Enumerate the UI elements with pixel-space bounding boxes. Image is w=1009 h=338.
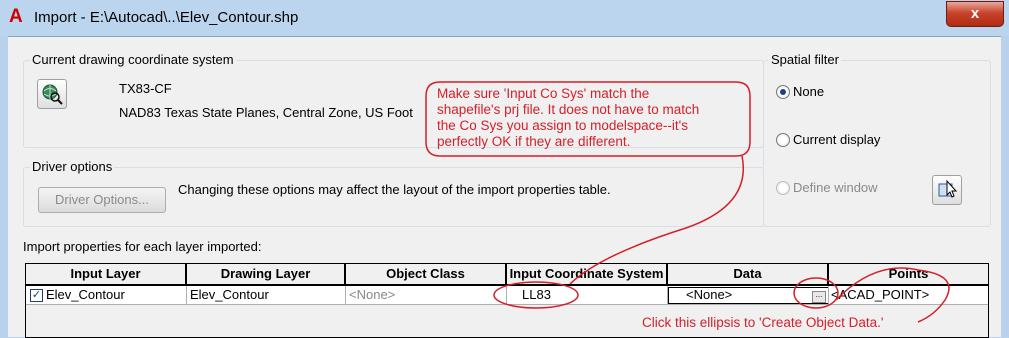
import-dialog: A Import - E:\Autocad\..\Elev_Contour.sh… <box>0 0 1009 338</box>
annotation-overlay <box>425 81 950 323</box>
ellipsis-note-leader <box>835 267 950 323</box>
cosys-note-line-4: perfectly OK if they are different. <box>437 134 631 149</box>
cosys-value-highlight <box>493 281 579 309</box>
cosys-note-line-2: shapefile's prj file. It does not have t… <box>437 102 700 117</box>
ellipsis-highlight <box>793 277 839 309</box>
cosys-note-leader <box>569 155 744 285</box>
cosys-note-line-3: the Co Sys you assign to modelspace--it'… <box>437 118 688 133</box>
ellipsis-note: Click this ellipsis to 'Create Object Da… <box>642 315 884 330</box>
cosys-note-line-1: Make sure 'Input Co Sys' match the <box>437 86 650 101</box>
